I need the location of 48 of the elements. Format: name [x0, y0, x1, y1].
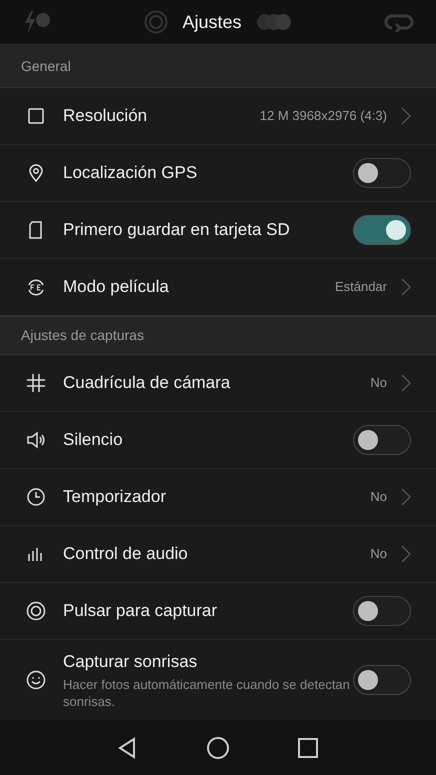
film-mode-icon — [26, 277, 46, 297]
home-icon[interactable] — [207, 736, 229, 758]
settings-row[interactable]: Pulsar para capturar — [0, 583, 436, 640]
clock-icon — [26, 487, 46, 507]
grid-icon — [26, 373, 46, 393]
chevron-right-icon — [401, 107, 411, 125]
resolution-square-icon — [26, 106, 46, 126]
smiley-icon — [26, 670, 46, 690]
toggle-switch[interactable] — [353, 596, 411, 626]
settings-row[interactable]: Primero guardar en tarjeta SD — [0, 202, 436, 259]
setting-label: Localización GPS — [63, 162, 198, 184]
settings-row[interactable]: Cuadrícula de cámara No — [0, 355, 436, 412]
settings-row[interactable]: Resolución 12 M 3968x2976 (4:3) — [0, 88, 436, 145]
setting-label: Resolución — [63, 105, 148, 128]
settings-row[interactable]: Capturar sonrisas Hacer fotos automáticamente cuando se detectan sonrisas. — [0, 640, 436, 720]
setting-label: Capturar sonrisas — [63, 651, 198, 674]
setting-value: Estándar — [334, 278, 387, 296]
chevron-right-icon — [401, 488, 411, 506]
color-filter-icon[interactable] — [256, 13, 292, 31]
settings-row[interactable]: Localización GPS — [0, 145, 436, 202]
setting-value: No — [370, 545, 387, 564]
toggle-switch[interactable] — [353, 665, 411, 695]
target-circle-icon — [26, 601, 46, 621]
settings-row[interactable]: Temporizador No — [0, 469, 436, 526]
settings-row[interactable]: Silencio — [0, 412, 436, 469]
chevron-right-icon — [401, 545, 411, 563]
speaker-icon — [26, 430, 46, 450]
setting-label: Pulsar para capturar — [63, 600, 218, 622]
toggle-switch[interactable] — [353, 215, 411, 245]
section-header: Ajustes de capturas — [0, 316, 436, 355]
chevron-right-icon — [401, 278, 411, 296]
setting-label: Silencio — [63, 429, 124, 452]
screen-title: Ajustes — [182, 10, 242, 34]
setting-label: Temporizador — [63, 486, 167, 508]
recents-icon[interactable] — [297, 736, 319, 758]
setting-label: Modo película — [63, 276, 170, 298]
setting-value: 12 M 3968x2976 (4:3) — [260, 107, 387, 126]
chevron-right-icon — [401, 374, 411, 392]
toggle-switch[interactable] — [353, 158, 411, 188]
setting-value: No — [370, 488, 387, 506]
setting-label: Control de audio — [63, 543, 189, 566]
setting-label: Cuadrícula de cámara — [63, 372, 232, 394]
setting-value: No — [370, 374, 387, 392]
setting-description: Hacer fotos automáticamente cuando se detectan sonrisas. — [63, 676, 351, 711]
settings-row[interactable]: Control de audio No — [0, 526, 436, 583]
setting-label: Primero guardar en tarjeta SD — [63, 219, 291, 242]
section-header: General — [0, 44, 436, 88]
toggle-switch[interactable] — [353, 425, 411, 455]
